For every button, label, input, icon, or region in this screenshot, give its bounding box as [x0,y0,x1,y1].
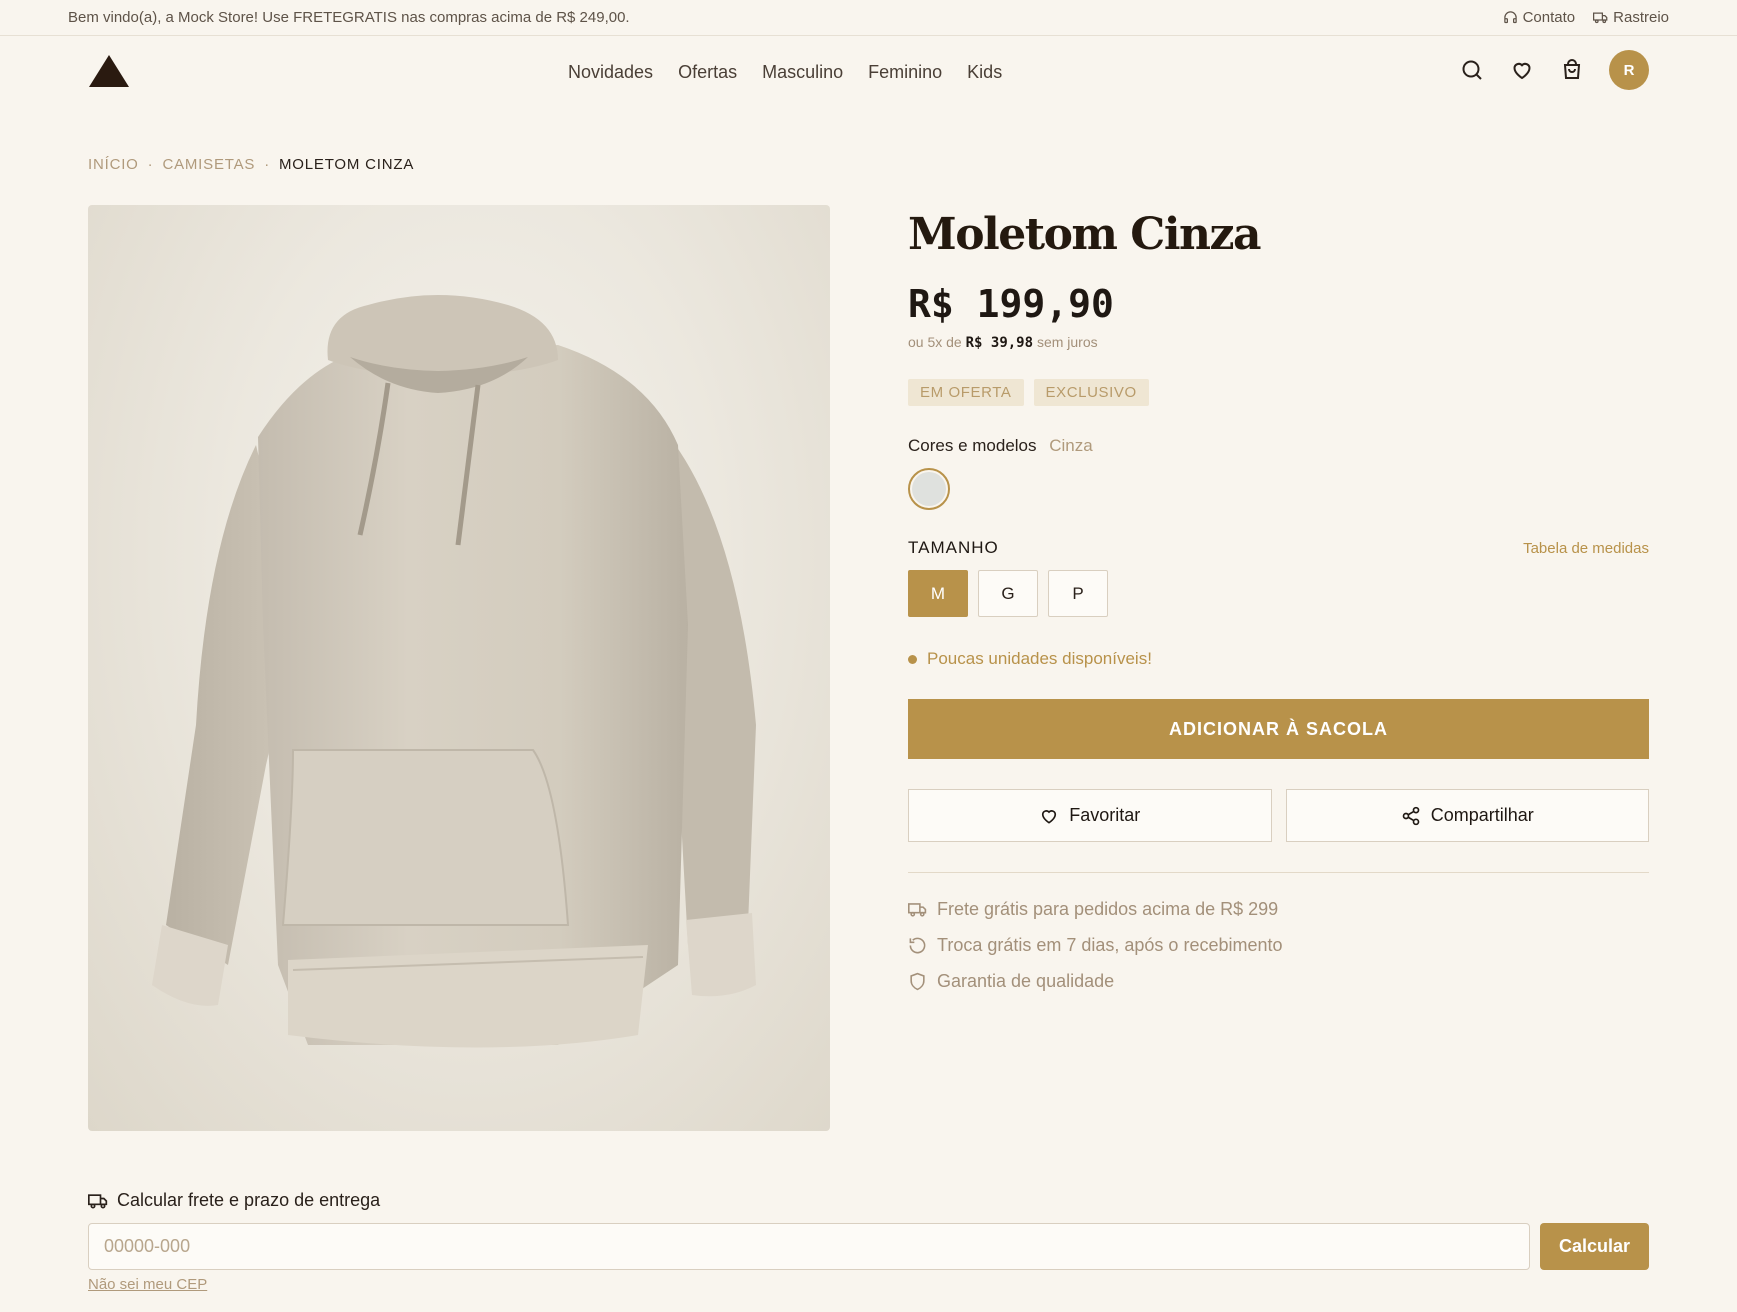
size-option-m[interactable]: M [908,570,968,617]
size-label: TAMANHO [908,538,999,557]
rotate-icon [909,937,926,954]
shipping-form: Calcular [88,1223,1649,1270]
colors-label: Cores e modelos [908,436,1037,455]
perk-free-shipping: Frete grátis para pedidos acima de R$ 29… [908,899,1649,920]
store-logo[interactable] [88,53,130,89]
share-button[interactable]: Compartilhar [1285,789,1649,842]
truck-icon [1593,12,1608,24]
size-header: TAMANHO Tabela de medidas [908,538,1649,558]
size-option-g[interactable]: G [978,570,1038,617]
product-price: R$ 199,90 [908,282,1114,326]
perk-text: Frete grátis para pedidos acima de R$ 29… [937,899,1279,919]
secondary-actions: Favoritar Compartilhar [908,789,1649,842]
shipping-calculator: Calcular frete e prazo de entrega Calcul… [88,1190,1649,1294]
perk-text: Troca grátis em 7 dias, após o recebimen… [937,935,1283,955]
truck-icon [908,903,927,917]
stock-message: Poucas unidades disponíveis! [927,649,1152,668]
main-nav: Novidades Ofertas Masculino Feminino Kid… [568,36,1002,108]
installments-prefix: ou 5x de [908,334,962,350]
heart-icon [1513,62,1531,80]
contact-link[interactable]: Contato [1503,9,1576,26]
stock-status: Poucas unidades disponíveis! [908,649,1649,669]
user-avatar[interactable]: R [1609,50,1649,90]
heart-icon [1042,809,1057,824]
search-button[interactable] [1459,57,1485,83]
installments-info: ou 5x de R$ 39,98 sem juros [908,334,1649,351]
badge-exclusive: EXCLUSIVO [1033,379,1149,406]
cep-input[interactable] [88,1223,1530,1270]
breadcrumb-separator: · [264,156,271,173]
nav-novidades[interactable]: Novidades [568,62,653,83]
stock-dot [908,654,917,664]
product-title: Moletom Cinza [908,209,1262,260]
truck-icon [88,1193,108,1208]
breadcrumb-home[interactable]: INÍCIO [88,156,139,173]
breadcrumb-separator: · [147,156,154,173]
divider [908,872,1649,873]
bag-icon [1563,59,1581,79]
color-selector-label: Cores e modelos Cinza [908,436,1649,456]
perks-list: Frete grátis para pedidos acima de R$ 29… [908,899,1649,992]
add-to-bag-button[interactable]: ADICIONAR À SACOLA [908,699,1649,759]
favorite-button[interactable]: Favoritar [908,789,1272,842]
nav-kids[interactable]: Kids [967,62,1002,83]
nav-masculino[interactable]: Masculino [762,62,843,83]
shipping-title: Calcular frete e prazo de entrega [117,1190,381,1210]
tracking-link[interactable]: Rastreio [1593,9,1669,26]
nav-ofertas[interactable]: Ofertas [678,62,737,83]
share-icon [1402,806,1420,825]
announcement-bar: Bem vindo(a), a Mock Store! Use FRETEGRA… [0,0,1737,36]
product-info: Moletom Cinza R$ 199,90 ou 5x de R$ 39,9… [908,205,1649,992]
calculate-button[interactable]: Calcular [1540,1223,1649,1270]
tracking-label: Rastreio [1613,9,1669,26]
installments-value: R$ 39,98 [965,335,1034,351]
perk-quality: Garantia de qualidade [908,971,1649,992]
installments-suffix: sem juros [1036,334,1098,350]
badge-sale: EM OFERTA [908,379,1024,406]
header-actions: R [1459,50,1649,90]
size-guide-link[interactable]: Tabela de medidas [1523,540,1649,557]
size-options: M G P [908,570,1649,617]
shipping-title-row: Calcular frete e prazo de entrega [88,1190,1649,1211]
product-image[interactable] [88,205,830,1131]
main-header: Novidades Ofertas Masculino Feminino Kid… [0,36,1737,108]
contact-label: Contato [1522,9,1576,26]
announcement-text: Bem vindo(a), a Mock Store! Use FRETEGRA… [68,9,630,26]
search-icon [1462,60,1482,80]
perk-free-exchange: Troca grátis em 7 dias, após o recebimen… [908,935,1649,956]
share-label: Compartilhar [1430,805,1534,825]
perk-text: Garantia de qualidade [937,971,1115,991]
wishlist-button[interactable] [1509,57,1535,83]
unknown-cep-link[interactable]: Não sei meu CEP [88,1276,207,1293]
shield-icon [910,972,925,991]
breadcrumb-category[interactable]: CAMISETAS [162,156,255,173]
headset-icon [1503,11,1517,24]
color-swatch-gray[interactable] [908,468,950,510]
color-selected-value: Cinza [1049,436,1093,455]
topbar-links: Contato Rastreio [1503,9,1669,26]
swatch-fill [912,472,946,506]
breadcrumb: INÍCIO · CAMISETAS · MOLETOM CINZA [88,156,414,173]
product-badges: EM OFERTA EXCLUSIVO [908,379,1649,406]
favorite-label: Favoritar [1069,805,1141,825]
breadcrumb-current: MOLETOM CINZA [279,156,415,173]
hoodie-illustration [152,295,756,1048]
bag-button[interactable] [1559,57,1585,83]
size-option-p[interactable]: P [1048,570,1108,617]
nav-feminino[interactable]: Feminino [868,62,942,83]
